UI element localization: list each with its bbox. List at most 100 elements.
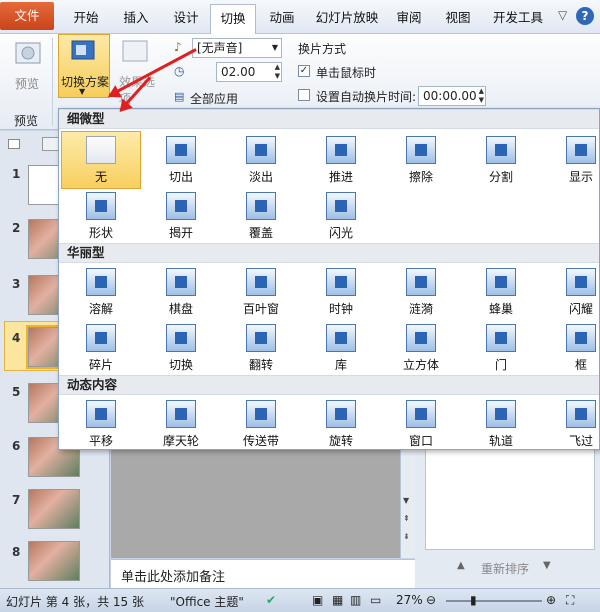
spinner-icon[interactable]: ▲ ▼	[275, 63, 280, 81]
reorder-label: 重新排序	[481, 562, 530, 576]
transition-item[interactable]: 形状	[61, 187, 141, 245]
transition-item[interactable]: 棋盘	[141, 263, 221, 321]
move-up-icon[interactable]: ▲	[457, 560, 465, 571]
notes-pane[interactable]: 单击此处添加备注	[111, 559, 415, 588]
transition-item[interactable]: 门	[461, 319, 541, 377]
spinner-icon[interactable]: ▲ ▼	[479, 87, 484, 105]
tab-transitions[interactable]: 切换	[210, 4, 256, 34]
transition-item[interactable]: 擦除	[381, 131, 461, 189]
transition-item[interactable]: 传送带	[221, 395, 301, 453]
transition-item[interactable]: 百叶窗	[221, 263, 301, 321]
zoom-slider[interactable]	[446, 600, 542, 602]
sound-select[interactable]: [无声音] ▼	[192, 38, 282, 58]
fit-window-icon[interactable]: ⛶	[566, 593, 574, 608]
reading-view-icon[interactable]: ▥	[350, 593, 361, 607]
spellcheck-icon[interactable]: ✔	[266, 593, 276, 607]
tab-slideshow[interactable]: 幻灯片放映	[308, 4, 386, 34]
transition-effect-icon	[326, 268, 356, 296]
move-down-icon[interactable]: ▼	[543, 560, 551, 571]
task-pane-list[interactable]	[425, 440, 595, 550]
transition-effect-icon	[406, 136, 436, 164]
tab-design[interactable]: 设计	[163, 4, 209, 34]
transition-item[interactable]: 覆盖	[221, 187, 301, 245]
minimize-ribbon-icon[interactable]: ▽	[558, 8, 567, 22]
help-icon[interactable]: ?	[576, 7, 594, 25]
transition-item[interactable]: 碎片	[61, 319, 141, 377]
slide-thumbnail[interactable]	[28, 541, 80, 581]
transition-item[interactable]: 分割	[461, 131, 541, 189]
next-slide-icon[interactable]: ⇟	[403, 532, 410, 541]
zoom-in-icon[interactable]: ⊕	[546, 593, 556, 607]
transition-item[interactable]: 轨道	[461, 395, 541, 453]
theme-name[interactable]: "Office 主题"	[170, 593, 244, 610]
transition-item[interactable]: 飞过	[541, 395, 600, 453]
transition-item[interactable]: 平移	[61, 395, 141, 453]
dropdown-icon: ▼	[271, 43, 278, 52]
slide-number: 5	[12, 385, 21, 399]
tab-home[interactable]: 开始	[62, 4, 110, 34]
transition-item[interactable]: 翻转	[221, 319, 301, 377]
outline-tab-icon[interactable]	[8, 139, 20, 149]
normal-view-icon[interactable]: ▣	[312, 593, 323, 607]
transition-item[interactable]: 淡出	[221, 131, 301, 189]
transition-label: 框	[574, 358, 587, 372]
on-click-checkbox[interactable]: ✓	[298, 65, 310, 77]
duration-input[interactable]: 02.00 ▲ ▼	[216, 62, 282, 82]
vertical-scrollbar[interactable]: ▼ ⇞ ⇟	[400, 440, 415, 558]
transition-item[interactable]: 库	[301, 319, 381, 377]
scroll-down-icon[interactable]: ▼	[403, 496, 409, 505]
transition-item[interactable]: 时钟	[301, 263, 381, 321]
transition-item[interactable]: 涟漪	[381, 263, 461, 321]
transition-item[interactable]: 立方体	[381, 319, 461, 377]
prev-slide-icon[interactable]: ⇞	[403, 514, 410, 523]
transition-label: 飞过	[568, 434, 593, 448]
slideshow-view-icon[interactable]: ▭	[370, 593, 381, 607]
transition-item[interactable]: 切换	[141, 319, 221, 377]
clock-icon: ◷	[174, 64, 185, 78]
transition-scheme-icon	[71, 40, 95, 60]
slide-edit-area[interactable]	[111, 440, 415, 558]
tab-file[interactable]: 文件	[0, 2, 54, 30]
auto-after-input[interactable]: 00:00.00 ▲ ▼	[418, 86, 486, 106]
zoom-level[interactable]: 27%	[396, 593, 423, 607]
transition-item[interactable]: 闪光	[301, 187, 381, 245]
transition-label: 门	[494, 358, 507, 372]
transition-item[interactable]: 闪耀	[541, 263, 600, 321]
transition-item[interactable]: 窗口	[381, 395, 461, 453]
transition-item[interactable]: 切出	[141, 131, 221, 189]
transition-item[interactable]: 揭开	[141, 187, 221, 245]
transition-item[interactable]: 旋转	[301, 395, 381, 453]
transition-item[interactable]: 摩天轮	[141, 395, 221, 453]
transition-effect-icon	[86, 192, 116, 220]
tab-developer[interactable]: 开发工具	[486, 4, 550, 34]
apply-all-icon: ▤	[174, 90, 185, 103]
slide-number: 4	[12, 331, 21, 345]
transition-item[interactable]: 溶解	[61, 263, 141, 321]
transition-label: 摩天轮	[162, 434, 199, 448]
zoom-out-icon[interactable]: ⊖	[426, 593, 436, 607]
transition-effect-icon	[246, 268, 276, 296]
tab-view[interactable]: 视图	[434, 4, 482, 34]
transition-effect-icon	[246, 400, 276, 428]
slide-thumbnail[interactable]	[28, 489, 80, 529]
transition-item[interactable]: 显示	[541, 131, 600, 189]
transition-effect-icon	[486, 400, 516, 428]
transition-effect-icon	[326, 324, 356, 352]
duration-value: 02.00	[221, 65, 256, 79]
slide-sorter-icon[interactable]: ▦	[332, 593, 343, 607]
preview-button[interactable]: 预览	[6, 38, 50, 91]
transition-effect-icon	[246, 324, 276, 352]
transition-scheme-button[interactable]: 切换方案 ▼	[58, 34, 110, 98]
transition-effect-icon	[326, 136, 356, 164]
gallery-category-title: 华丽型	[59, 243, 599, 263]
transition-item[interactable]: 蜂巢	[461, 263, 541, 321]
tab-insert[interactable]: 插入	[113, 4, 159, 34]
zoom-slider-thumb[interactable]: ▮	[470, 593, 477, 607]
tab-animations[interactable]: 动画	[258, 4, 306, 34]
tab-review[interactable]: 审阅	[388, 4, 430, 34]
auto-after-checkbox[interactable]	[298, 89, 310, 101]
transition-item[interactable]: 推进	[301, 131, 381, 189]
apply-all-button[interactable]: 全部应用	[190, 90, 238, 107]
transition-item[interactable]: 框	[541, 319, 600, 377]
transition-item[interactable]: 无	[61, 131, 141, 189]
